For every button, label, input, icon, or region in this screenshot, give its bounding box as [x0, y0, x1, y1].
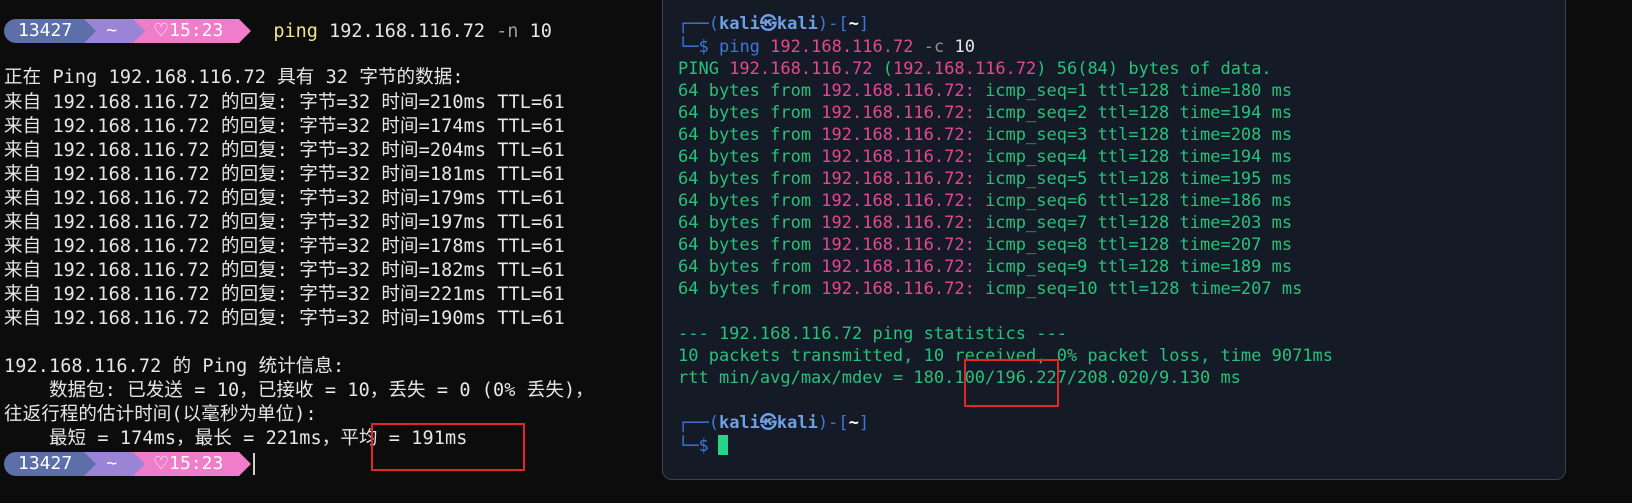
- command-line: ping 192.168.116.72 -n 10: [273, 21, 551, 42]
- kali-prompt-header: ┌──(kali㉿kali)-[~]: [678, 14, 870, 34]
- kali-input-line[interactable]: └─$: [678, 435, 709, 457]
- highlight-box-average: [371, 423, 525, 471]
- reply-line: 64 bytes from 192.168.116.72: icmp_seq=3…: [678, 125, 1293, 145]
- reply-line: 来自 192.168.116.72 的回复: 字节=32 时间=174ms TT…: [4, 116, 565, 137]
- reply-line: 来自 192.168.116.72 的回复: 字节=32 时间=178ms TT…: [4, 236, 565, 257]
- reply-line: 来自 192.168.116.72 的回复: 字节=32 时间=190ms TT…: [4, 308, 565, 329]
- time-segment: ♡15:23: [133, 452, 252, 476]
- reply-line: 来自 192.168.116.72 的回复: 字节=32 时间=197ms TT…: [4, 212, 565, 233]
- prompt-dir: ~: [848, 14, 859, 34]
- highlight-box-average: [964, 359, 1059, 407]
- kali-command-line: └─$ ping 192.168.116.72 -c 10: [678, 37, 975, 57]
- ping-ip: 192.168.116.72: [729, 59, 873, 79]
- prompt-host: kali: [776, 413, 818, 433]
- reply-line: 来自 192.168.116.72 的回复: 字节=32 时间=181ms TT…: [4, 164, 565, 185]
- command-target: 192.168.116.72: [770, 37, 914, 57]
- reply-line: 64 bytes from 192.168.116.72: icmp_seq=6…: [678, 191, 1293, 211]
- prompt-at-icon: ㉿: [759, 14, 777, 34]
- reply-line: 来自 192.168.116.72 的回复: 字节=32 时间=182ms TT…: [4, 260, 565, 281]
- history-number-segment: 13427: [4, 452, 97, 476]
- command-name: ping: [718, 37, 760, 57]
- reply-line: 64 bytes from 192.168.116.72: icmp_seq=9…: [678, 257, 1293, 277]
- reply-line: 64 bytes from 192.168.116.72: icmp_seq=1…: [678, 81, 1293, 101]
- ping-header-line: PING 192.168.116.72 (192.168.116.72) 56(…: [678, 58, 1272, 80]
- stats-title: 192.168.116.72 的 Ping 统计信息:: [4, 356, 345, 377]
- time-segment: ♡15:23: [133, 19, 252, 43]
- ping-prefix: PING: [678, 59, 730, 79]
- heart-icon: ♡: [153, 20, 170, 41]
- text-cursor[interactable]: [718, 435, 728, 455]
- kali-terminal[interactable]: ┌──(kali㉿kali)-[~] └─$ ping 192.168.116.…: [662, 0, 1566, 480]
- time-text: 15:23: [169, 20, 224, 41]
- command-flag: -n: [496, 20, 519, 42]
- powerline-prompt-bottom: 13427 ~ ♡15:23: [4, 452, 256, 476]
- prompt-at-icon: ㉿: [759, 413, 777, 433]
- command-flag: -c: [923, 37, 945, 57]
- reply-line: 64 bytes from 192.168.116.72: icmp_seq=8…: [678, 235, 1293, 255]
- ping-paren: (: [872, 59, 893, 79]
- reply-line: 来自 192.168.116.72 的回复: 字节=32 时间=221ms TT…: [4, 284, 565, 305]
- reply-line: 64 bytes from 192.168.116.72: icmp_seq=7…: [678, 213, 1293, 233]
- stats-packets: 数据包: 已发送 = 10，已接收 = 10，丢失 = 0 (0% 丢失)，: [4, 380, 594, 401]
- command-count: 10: [529, 20, 552, 42]
- prompt-host: kali: [776, 14, 818, 34]
- stats-rtt: rtt min/avg/max/mdev = 180.100/196.227/2…: [678, 368, 1241, 388]
- ping-ip-resolved: 192.168.116.72: [892, 59, 1037, 79]
- command-name: ping: [273, 20, 318, 42]
- reply-line: 64 bytes from 192.168.116.72: icmp_seq=5…: [678, 169, 1293, 189]
- heart-icon: ♡: [153, 453, 170, 474]
- ping-header-line: 正在 Ping 192.168.116.72 具有 32 字节的数据:: [4, 67, 464, 88]
- reply-line: 来自 192.168.116.72 的回复: 字节=32 时间=204ms TT…: [4, 140, 565, 161]
- reply-line: 来自 192.168.116.72 的回复: 字节=32 时间=210ms TT…: [4, 92, 565, 113]
- reply-line: 64 bytes from 192.168.116.72: icmp_seq=2…: [678, 103, 1293, 123]
- history-number-segment: 13427: [4, 19, 97, 43]
- stats-header: --- 192.168.116.72 ping statistics ---: [678, 324, 1067, 344]
- time-text: 15:23: [169, 453, 224, 474]
- command-count: 10: [954, 37, 975, 57]
- reply-line: 64 bytes from 192.168.116.72: icmp_seq=1…: [678, 279, 1303, 299]
- ping-suffix: ) 56(84) bytes of data.: [1036, 59, 1272, 79]
- prompt-user: kali: [718, 14, 760, 34]
- stats-rtt-title: 往返行程的估计时间(以毫秒为单位):: [4, 404, 317, 425]
- windows-terminal[interactable]: 13427 ~ ♡15:23 ping 192.168.116.72 -n 10…: [0, 0, 676, 503]
- kali-prompt-header: ┌──(kali㉿kali)-[~]: [678, 413, 870, 433]
- text-cursor[interactable]: [253, 453, 256, 475]
- command-target: 192.168.116.72: [329, 20, 485, 42]
- reply-line: 64 bytes from 192.168.116.72: icmp_seq=4…: [678, 147, 1293, 167]
- prompt-user: kali: [718, 413, 760, 433]
- powerline-prompt-top: 13427 ~ ♡15:23 ping 192.168.116.72 -n 10: [4, 19, 552, 43]
- prompt-dir: ~: [848, 413, 859, 433]
- reply-line: 来自 192.168.116.72 的回复: 字节=32 时间=179ms TT…: [4, 188, 565, 209]
